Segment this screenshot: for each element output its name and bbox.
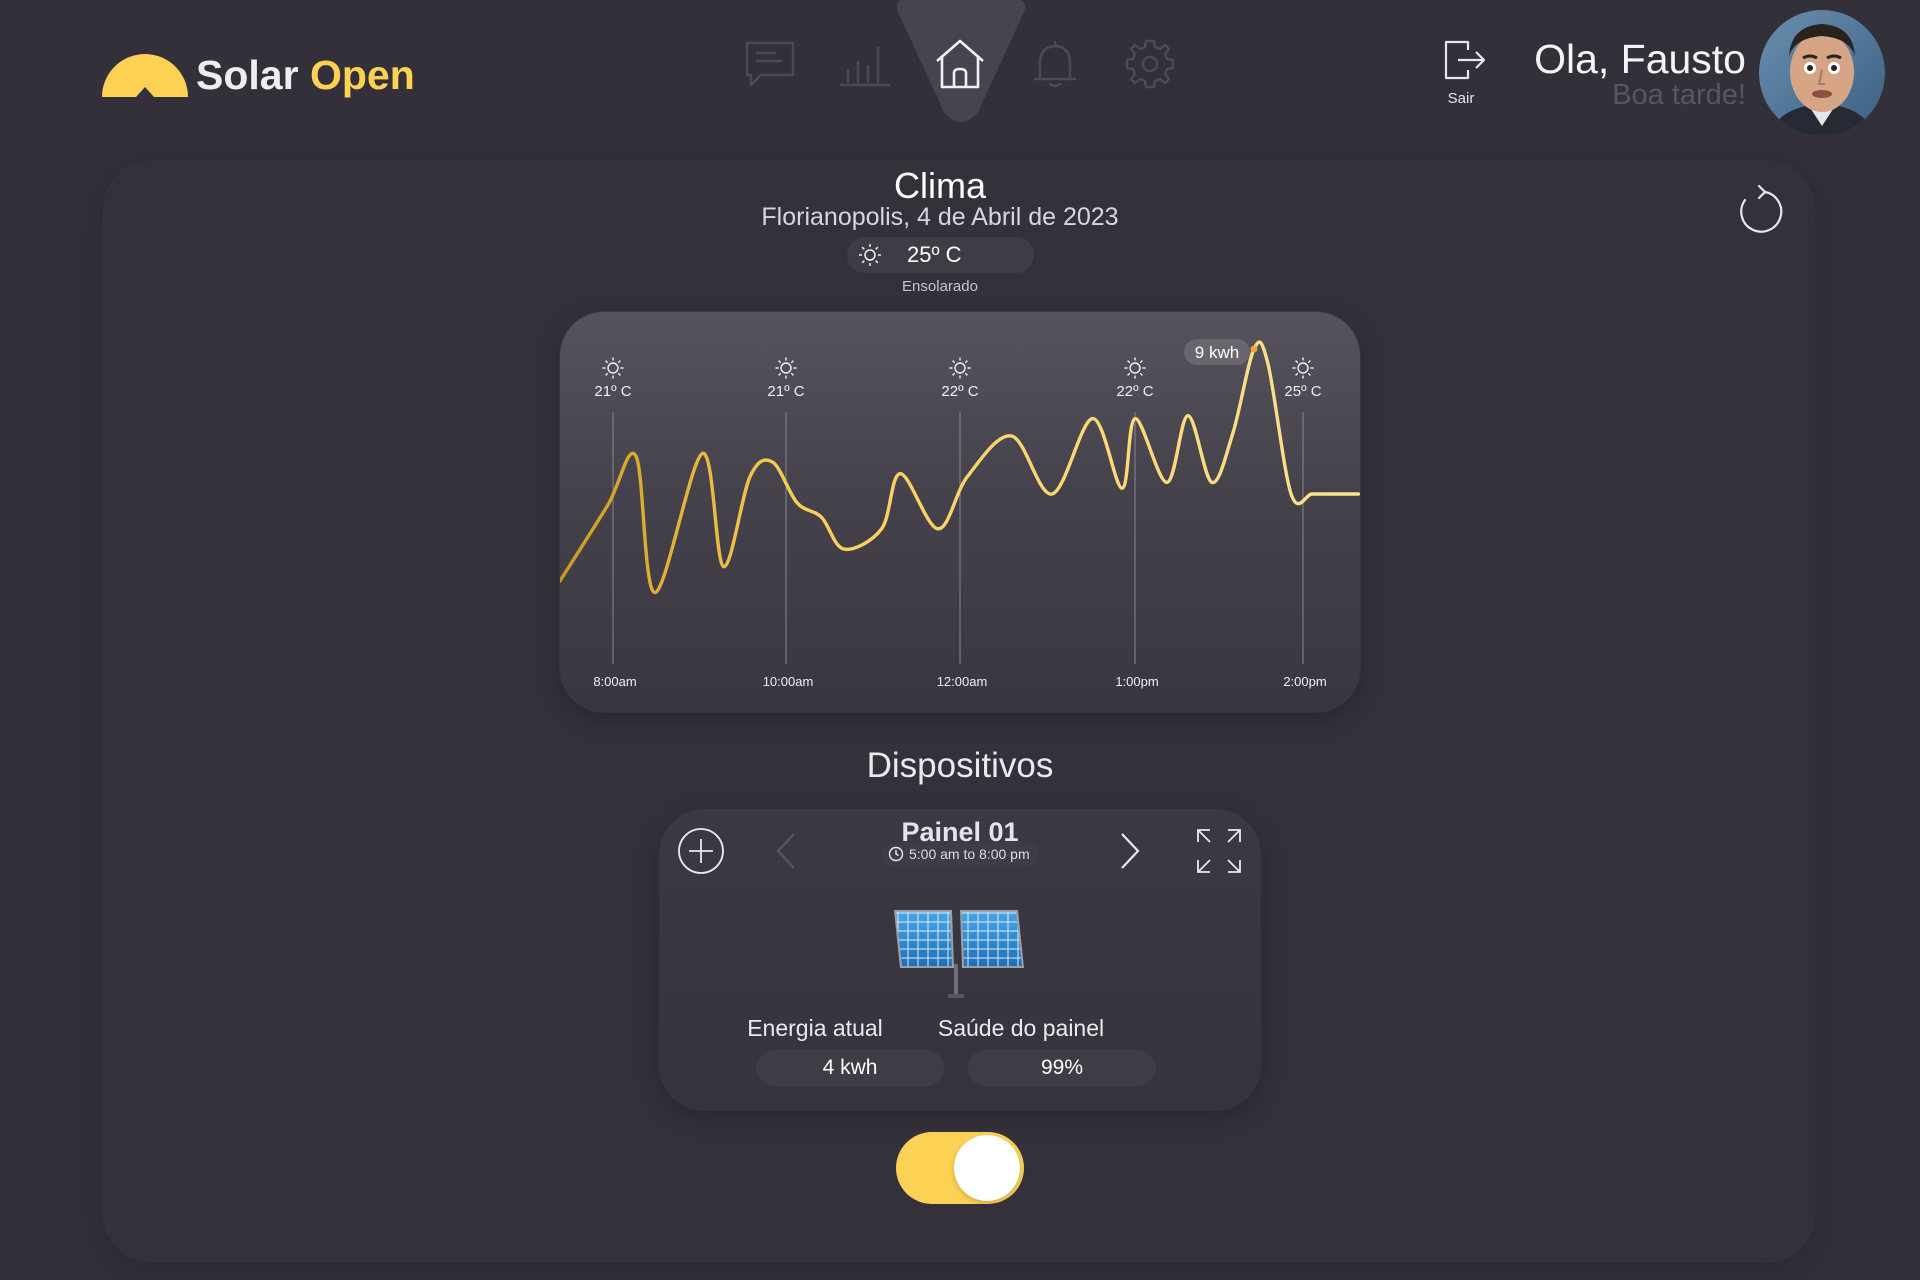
sun-logo-icon xyxy=(102,54,188,97)
forecast-sun-icon xyxy=(1124,357,1146,379)
refresh-icon xyxy=(1740,184,1783,233)
energy-series-line xyxy=(560,340,1360,595)
power-toggle[interactable] xyxy=(896,1132,1024,1204)
forecast-sun-icon xyxy=(949,357,971,379)
greeting-name: Ola, Fausto xyxy=(1534,36,1746,82)
logout-icon xyxy=(1444,40,1486,80)
forecast-sun-icon xyxy=(775,357,797,379)
x-tick-label: 10:00am xyxy=(763,674,814,689)
gear-icon xyxy=(1125,39,1175,89)
brand-word-solar: Solar xyxy=(196,52,299,98)
energy-line-chart: 21º C 8:00am 21º C 10:00am 22º C 12:00am 22º C… xyxy=(560,339,1360,689)
previous-device-button[interactable] xyxy=(770,828,800,874)
device-card: Painel 01 5:00 am to 8:00 pm Energia atu… xyxy=(660,810,1260,1110)
sun-icon xyxy=(859,244,881,266)
energy-value: 4 kwh xyxy=(756,1050,944,1086)
logout-button[interactable]: Sair xyxy=(1430,38,1492,114)
solar-panel-image xyxy=(894,910,1024,998)
home-icon xyxy=(936,39,984,89)
nav-home[interactable] xyxy=(932,36,988,92)
x-tick-label: 8:00am xyxy=(593,674,636,689)
plus-circle-icon xyxy=(678,828,724,874)
user-avatar[interactable] xyxy=(1759,10,1885,136)
forecast-temp: 22º C xyxy=(941,383,978,400)
next-device-button[interactable] xyxy=(1116,828,1146,874)
logout-label: Sair xyxy=(1447,90,1475,107)
peak-point xyxy=(1250,345,1258,353)
weather-location-date: Florianopolis, 4 de Abril de 2023 xyxy=(761,203,1119,231)
forecast-temp: 21º C xyxy=(767,383,804,400)
energy-label: Energia atual xyxy=(747,1015,883,1041)
expand-button[interactable] xyxy=(1194,826,1244,876)
nav-settings[interactable] xyxy=(1122,36,1178,92)
chevron-left-icon xyxy=(776,833,795,869)
forecast-temp: 25º C xyxy=(1284,383,1321,400)
avatar-image xyxy=(1759,10,1885,136)
expand-icon xyxy=(1197,829,1241,873)
nav-reports[interactable] xyxy=(837,36,893,92)
forecast-sun-icon xyxy=(602,357,624,379)
bell-icon xyxy=(1034,41,1076,88)
forecast-temp: 21º C xyxy=(594,383,631,400)
brand-word-open: Open xyxy=(309,52,415,98)
weather-condition: Ensolarado xyxy=(902,278,978,295)
brand-name: Solar Open xyxy=(196,50,415,100)
x-tick-label: 1:00pm xyxy=(1115,674,1158,689)
health-value: 99% xyxy=(968,1050,1156,1086)
device-schedule: 5:00 am to 8:00 pm xyxy=(882,842,1038,866)
health-label: Saúde do painel xyxy=(937,1015,1105,1041)
x-tick-label: 2:00pm xyxy=(1283,674,1326,689)
forecast-sun-icon xyxy=(1292,357,1314,379)
add-device-button[interactable] xyxy=(676,826,726,876)
energy-chart: 21º C 8:00am 21º C 10:00am 22º C 12:00am 22º C… xyxy=(560,312,1360,712)
brand-logo[interactable]: Solar Open xyxy=(100,50,430,100)
forecast-temp: 22º C xyxy=(1116,383,1153,400)
nav-chat[interactable] xyxy=(742,36,798,92)
toggle-knob xyxy=(954,1135,1020,1201)
chevron-right-icon xyxy=(1121,833,1140,869)
peak-label: 9 kwh xyxy=(1195,343,1239,362)
greeting-subtitle: Boa tarde! xyxy=(1612,79,1746,111)
devices-title: Dispositivos xyxy=(866,746,1054,785)
clock-icon xyxy=(888,846,904,862)
schedule-text: 5:00 am to 8:00 pm xyxy=(909,846,1030,862)
x-tick-label: 12:00am xyxy=(937,674,988,689)
chat-icon xyxy=(745,41,795,87)
user-greeting: Ola, Fausto Boa tarde! xyxy=(1510,34,1746,110)
refresh-button[interactable] xyxy=(1734,182,1784,238)
nav-notifications[interactable] xyxy=(1027,36,1083,92)
temperature-value: 25º C xyxy=(907,242,962,267)
current-temperature: 25º C xyxy=(847,237,1034,273)
bar-chart-icon xyxy=(840,47,890,87)
